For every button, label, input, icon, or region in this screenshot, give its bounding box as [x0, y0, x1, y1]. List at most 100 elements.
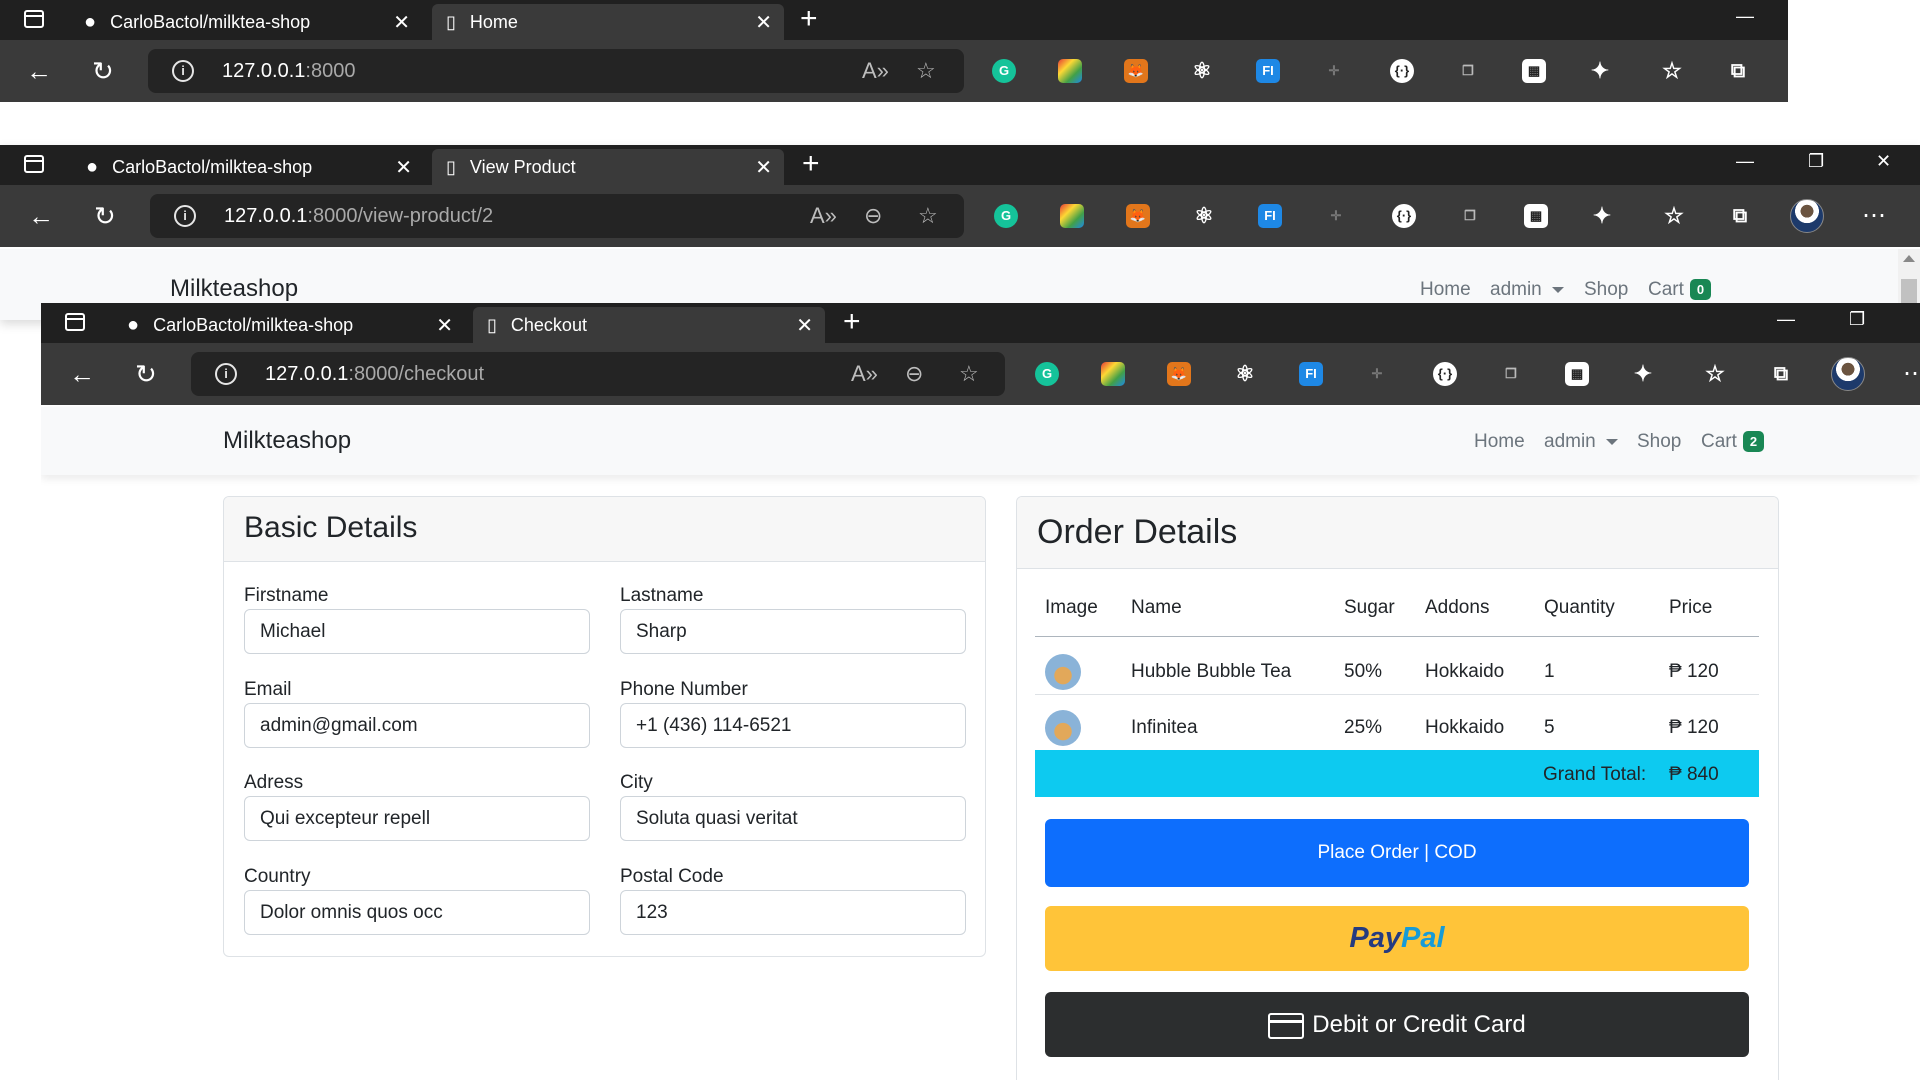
metamask-icon[interactable]: 🦊 [1124, 59, 1148, 83]
minimize-icon[interactable]: — [1736, 151, 1754, 172]
back-icon[interactable]: ← [69, 359, 95, 389]
nav-home[interactable]: Home [1420, 279, 1471, 301]
minimize-icon[interactable]: — [1777, 309, 1795, 330]
site-info-icon[interactable]: i [172, 60, 194, 82]
refresh-icon[interactable]: ↻ [135, 359, 157, 389]
color-extension-icon[interactable] [1058, 59, 1082, 83]
firstname-field[interactable]: Michael [244, 609, 590, 654]
nav-user-dropdown[interactable]: admin [1544, 431, 1618, 453]
place-order-button[interactable]: Place Order | COD [1045, 819, 1749, 887]
nav-user-dropdown[interactable]: admin [1490, 279, 1564, 301]
add-favorite-icon[interactable]: ☆ [918, 203, 938, 229]
postal-code-field[interactable]: 123 [620, 890, 966, 935]
metamask-icon[interactable]: 🦊 [1126, 204, 1150, 228]
site-info-icon[interactable]: i [174, 205, 196, 227]
move-extension-icon[interactable]: ✛ [1365, 362, 1389, 386]
new-tab-icon[interactable]: + [843, 305, 861, 339]
json-extension-icon[interactable]: {·} [1392, 204, 1416, 228]
qr-code-icon[interactable]: ▦ [1524, 204, 1548, 228]
metamask-icon[interactable]: 🦊 [1167, 362, 1191, 386]
more-options-icon[interactable]: ⋯ [1862, 201, 1886, 231]
restore-icon[interactable]: ❐ [1849, 309, 1865, 330]
json-extension-icon[interactable]: {·} [1433, 362, 1457, 386]
new-tab-icon[interactable]: + [800, 2, 818, 36]
fi-extension-icon[interactable]: FI [1256, 59, 1280, 83]
collections-icon[interactable]: ⧉ [1726, 59, 1750, 83]
navbar-brand[interactable]: Milkteashop [223, 427, 351, 455]
address-bar[interactable]: i 127.0.0.1:8000 A» ☆ [148, 49, 964, 93]
close-tab-icon[interactable]: ✕ [755, 10, 772, 35]
extensions-icon[interactable]: ✦ [1588, 59, 1612, 83]
move-extension-icon[interactable]: ✛ [1322, 59, 1346, 83]
collections-icon[interactable]: ⧉ [1728, 204, 1752, 228]
close-tab-icon[interactable]: ✕ [796, 313, 813, 338]
more-options-icon[interactable]: ⋯ [1903, 359, 1920, 389]
refresh-icon[interactable]: ↻ [94, 201, 116, 231]
favorites-icon[interactable]: ☆ [1703, 362, 1727, 386]
tab-github[interactable]: ● CarloBactol/milktea-shop ✕ [72, 149, 424, 185]
close-tab-icon[interactable]: ✕ [395, 155, 412, 180]
color-extension-icon[interactable] [1101, 362, 1125, 386]
address-field[interactable]: Qui excepteur repell [244, 796, 590, 841]
back-icon[interactable]: ← [28, 201, 54, 231]
refresh-icon[interactable]: ↻ [92, 56, 114, 86]
fi-extension-icon[interactable]: FI [1299, 362, 1323, 386]
json-extension-icon[interactable]: {·} [1390, 59, 1414, 83]
country-field[interactable]: Dolor omnis quos occ [244, 890, 590, 935]
collections-icon[interactable]: ⧉ [1769, 362, 1793, 386]
email-field[interactable]: admin@gmail.com [244, 703, 590, 748]
close-tab-icon[interactable]: ✕ [755, 155, 772, 180]
address-bar[interactable]: i 127.0.0.1:8000/view-product/2 A» ⊖ ☆ [150, 194, 964, 238]
add-favorite-icon[interactable]: ☆ [916, 58, 936, 84]
close-tab-icon[interactable]: ✕ [393, 10, 410, 35]
add-favorite-icon[interactable]: ☆ [959, 361, 979, 387]
close-tab-icon[interactable]: ✕ [436, 313, 453, 338]
address-bar[interactable]: i 127.0.0.1:8000/checkout A» ⊖ ☆ [191, 352, 1005, 396]
sidebar-toggle-icon[interactable] [24, 10, 44, 28]
phone-field[interactable]: +1 (436) 114-6521 [620, 703, 966, 748]
site-info-icon[interactable]: i [215, 363, 237, 385]
react-devtools-icon[interactable]: ⚛ [1190, 59, 1214, 83]
read-aloud-icon[interactable]: A» [810, 203, 837, 229]
read-aloud-icon[interactable]: A» [862, 58, 889, 84]
back-icon[interactable]: ← [26, 56, 52, 86]
close-window-icon[interactable]: ✕ [1876, 151, 1891, 172]
nav-home[interactable]: Home [1474, 431, 1525, 453]
profile-avatar[interactable] [1831, 357, 1865, 391]
lastname-field[interactable]: Sharp [620, 609, 966, 654]
nav-cart[interactable]: Cart 0 [1648, 279, 1712, 301]
nav-shop[interactable]: Shop [1637, 431, 1681, 453]
nav-shop[interactable]: Shop [1584, 279, 1628, 301]
grammarly-icon[interactable]: G [1035, 362, 1059, 386]
debit-credit-card-button[interactable]: Debit or Credit Card [1045, 992, 1749, 1057]
react-devtools-icon[interactable]: ⚛ [1233, 362, 1257, 386]
grammarly-icon[interactable]: G [994, 204, 1018, 228]
tab-home[interactable]: ▯ Home ✕ [432, 4, 784, 40]
sidebar-toggle-icon[interactable] [24, 155, 44, 173]
paypal-button[interactable]: PayPal [1045, 906, 1749, 971]
tab-view-product[interactable]: ▯ View Product ✕ [432, 149, 784, 185]
extensions-icon[interactable]: ✦ [1590, 204, 1614, 228]
navbar-brand[interactable]: Milkteashop [170, 275, 298, 303]
copy-extension-icon[interactable]: ❐ [1499, 362, 1523, 386]
copy-extension-icon[interactable]: ❐ [1456, 59, 1480, 83]
tab-checkout[interactable]: ▯ Checkout ✕ [473, 307, 825, 343]
tab-github[interactable]: ● CarloBactol/milktea-shop ✕ [70, 4, 422, 40]
restore-icon[interactable]: ❐ [1808, 151, 1824, 172]
sidebar-toggle-icon[interactable] [65, 313, 85, 331]
nav-cart[interactable]: Cart 2 [1701, 431, 1765, 453]
city-field[interactable]: Soluta quasi veritat [620, 796, 966, 841]
zoom-out-icon[interactable]: ⊖ [905, 361, 923, 387]
react-devtools-icon[interactable]: ⚛ [1192, 204, 1216, 228]
scroll-up-arrow-icon[interactable] [1903, 255, 1915, 262]
extensions-icon[interactable]: ✦ [1631, 362, 1655, 386]
read-aloud-icon[interactable]: A» [851, 361, 878, 387]
favorites-icon[interactable]: ☆ [1662, 204, 1686, 228]
qr-code-icon[interactable]: ▦ [1565, 362, 1589, 386]
fi-extension-icon[interactable]: FI [1258, 204, 1282, 228]
minimize-icon[interactable]: — [1736, 6, 1754, 27]
tab-github[interactable]: ● CarloBactol/milktea-shop ✕ [113, 307, 465, 343]
profile-avatar[interactable] [1790, 199, 1824, 233]
qr-code-icon[interactable]: ▦ [1522, 59, 1546, 83]
grammarly-icon[interactable]: G [992, 59, 1016, 83]
